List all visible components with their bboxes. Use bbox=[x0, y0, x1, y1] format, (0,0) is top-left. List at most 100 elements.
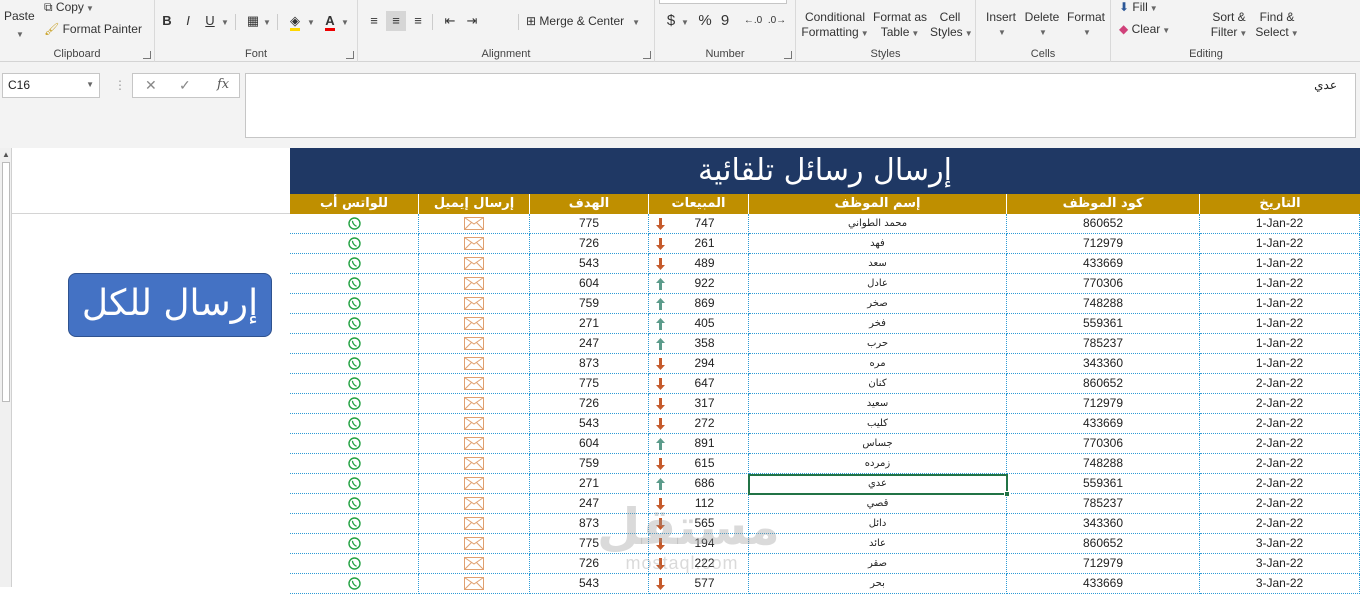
envelope-icon[interactable] bbox=[464, 537, 484, 550]
cell-target[interactable]: 271 bbox=[530, 474, 649, 494]
cell-sales[interactable]: 405 bbox=[649, 314, 749, 334]
cell-target[interactable]: 271 bbox=[530, 314, 649, 334]
cell-send-email[interactable] bbox=[419, 294, 530, 314]
envelope-icon[interactable] bbox=[464, 257, 484, 270]
cell-sales[interactable]: 294 bbox=[649, 354, 749, 374]
envelope-icon[interactable] bbox=[464, 457, 484, 470]
cell-whatsapp[interactable] bbox=[290, 234, 419, 254]
cell-employee-name[interactable]: محمد الطواني bbox=[749, 214, 1007, 234]
cell-whatsapp[interactable] bbox=[290, 354, 419, 374]
cell-sales[interactable]: 317 bbox=[649, 394, 749, 414]
envelope-icon[interactable] bbox=[464, 317, 484, 330]
cell-sales[interactable]: 222 bbox=[649, 554, 749, 574]
scroll-up-icon[interactable]: ▲ bbox=[2, 150, 10, 159]
cell-target[interactable]: 726 bbox=[530, 234, 649, 254]
cell-send-email[interactable] bbox=[419, 314, 530, 334]
currency-dropdown[interactable]: ▼ bbox=[679, 11, 689, 31]
cell-sales[interactable]: 194 bbox=[649, 534, 749, 554]
cell-whatsapp[interactable] bbox=[290, 534, 419, 554]
cell-whatsapp[interactable] bbox=[290, 334, 419, 354]
whatsapp-icon[interactable] bbox=[347, 357, 361, 370]
cell-employee-code[interactable]: 712979 bbox=[1007, 394, 1200, 414]
cell-employee-name[interactable]: كنان bbox=[749, 374, 1007, 394]
cell-send-email[interactable] bbox=[419, 254, 530, 274]
dialog-launcher-icon[interactable] bbox=[143, 51, 151, 59]
whatsapp-icon[interactable] bbox=[347, 237, 361, 250]
sort-filter-button[interactable]: Sort & Filter ▼ bbox=[1209, 10, 1249, 41]
dialog-launcher-icon[interactable] bbox=[643, 51, 651, 59]
cell-employee-name[interactable]: دائل bbox=[749, 514, 1007, 534]
cell-employee-name[interactable]: جساس bbox=[749, 434, 1007, 454]
whatsapp-icon[interactable] bbox=[347, 257, 361, 270]
envelope-icon[interactable] bbox=[464, 297, 484, 310]
cell-date[interactable]: 2-Jan-22 bbox=[1200, 414, 1360, 434]
cell-employee-code[interactable]: 433669 bbox=[1007, 254, 1200, 274]
envelope-icon[interactable] bbox=[464, 497, 484, 510]
delete-button[interactable]: Delete ▼ bbox=[1024, 10, 1060, 40]
cell-whatsapp[interactable] bbox=[290, 554, 419, 574]
format-painter-button[interactable]: 🖌 Format Painter bbox=[44, 22, 142, 37]
cell-date[interactable]: 2-Jan-22 bbox=[1200, 374, 1360, 394]
cell-employee-name[interactable]: عدي bbox=[749, 474, 1007, 494]
enter-icon[interactable]: ✓ bbox=[179, 77, 191, 94]
font-color-dropdown[interactable]: ▼ bbox=[339, 11, 349, 31]
whatsapp-icon[interactable] bbox=[347, 297, 361, 310]
cell-employee-name[interactable]: قصي bbox=[749, 494, 1007, 514]
cell-employee-code[interactable]: 860652 bbox=[1007, 214, 1200, 234]
cell-whatsapp[interactable] bbox=[290, 434, 419, 454]
cell-sales[interactable]: 747 bbox=[649, 214, 749, 234]
envelope-icon[interactable] bbox=[464, 357, 484, 370]
cell-send-email[interactable] bbox=[419, 334, 530, 354]
cell-send-email[interactable] bbox=[419, 554, 530, 574]
cell-employee-code[interactable]: 860652 bbox=[1007, 374, 1200, 394]
cell-sales[interactable]: 922 bbox=[649, 274, 749, 294]
cell-target[interactable]: 775 bbox=[530, 214, 649, 234]
align-center-button[interactable]: ≡ bbox=[386, 11, 406, 31]
decrease-indent-button[interactable]: ⇤ bbox=[440, 11, 460, 31]
cell-date[interactable]: 2-Jan-22 bbox=[1200, 514, 1360, 534]
cell-employee-name[interactable]: فهد bbox=[749, 234, 1007, 254]
cell-date[interactable]: 2-Jan-22 bbox=[1200, 474, 1360, 494]
cell-send-email[interactable] bbox=[419, 474, 530, 494]
send-all-button[interactable]: إرسال للكل bbox=[68, 273, 272, 337]
envelope-icon[interactable] bbox=[464, 237, 484, 250]
cancel-icon[interactable]: ✕ bbox=[145, 77, 157, 94]
currency-button[interactable]: $ bbox=[661, 11, 681, 31]
cell-styles-button[interactable]: Cell Styles ▼ bbox=[930, 10, 973, 41]
cell-date[interactable]: 2-Jan-22 bbox=[1200, 454, 1360, 474]
cell-target[interactable]: 775 bbox=[530, 534, 649, 554]
paste-button[interactable]: Paste bbox=[4, 9, 35, 24]
cell-employee-code[interactable]: 785237 bbox=[1007, 494, 1200, 514]
cell-whatsapp[interactable] bbox=[290, 314, 419, 334]
cell-send-email[interactable] bbox=[419, 574, 530, 594]
envelope-icon[interactable] bbox=[464, 557, 484, 570]
conditional-formatting-button[interactable]: Conditional Formatting ▼ bbox=[800, 10, 870, 41]
cell-target[interactable]: 543 bbox=[530, 254, 649, 274]
cell-target[interactable]: 543 bbox=[530, 574, 649, 594]
cell-employee-name[interactable]: حرب bbox=[749, 334, 1007, 354]
cell-whatsapp[interactable] bbox=[290, 414, 419, 434]
whatsapp-icon[interactable] bbox=[347, 217, 361, 230]
borders-dropdown[interactable]: ▼ bbox=[261, 11, 271, 31]
increase-decimal-button[interactable]: ←.0 bbox=[743, 11, 763, 31]
underline-button[interactable]: U bbox=[200, 11, 220, 31]
dialog-launcher-icon[interactable] bbox=[784, 51, 792, 59]
whatsapp-icon[interactable] bbox=[347, 557, 361, 570]
font-color-button[interactable]: A bbox=[320, 11, 340, 31]
cell-send-email[interactable] bbox=[419, 494, 530, 514]
whatsapp-icon[interactable] bbox=[347, 497, 361, 510]
cell-sales[interactable]: 358 bbox=[649, 334, 749, 354]
cell-date[interactable]: 1-Jan-22 bbox=[1200, 254, 1360, 274]
cell-whatsapp[interactable] bbox=[290, 474, 419, 494]
cell-send-email[interactable] bbox=[419, 394, 530, 414]
cell-sales[interactable]: 272 bbox=[649, 414, 749, 434]
cell-target[interactable]: 873 bbox=[530, 354, 649, 374]
cell-send-email[interactable] bbox=[419, 234, 530, 254]
cell-employee-code[interactable]: 712979 bbox=[1007, 554, 1200, 574]
cell-target[interactable]: 604 bbox=[530, 434, 649, 454]
cell-sales[interactable]: 891 bbox=[649, 434, 749, 454]
cell-target[interactable]: 726 bbox=[530, 554, 649, 574]
whatsapp-icon[interactable] bbox=[347, 337, 361, 350]
cell-whatsapp[interactable] bbox=[290, 274, 419, 294]
cell-target[interactable]: 604 bbox=[530, 274, 649, 294]
